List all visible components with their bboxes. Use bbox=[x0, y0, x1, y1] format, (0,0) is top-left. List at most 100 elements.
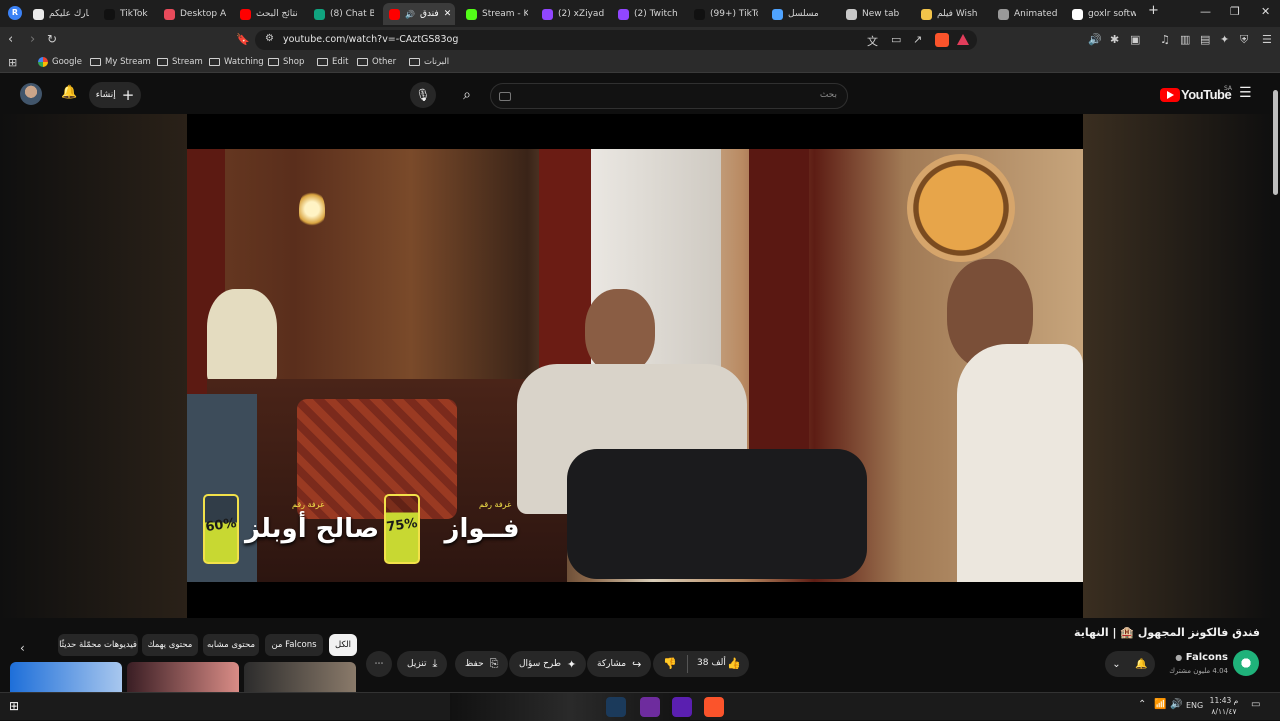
reload-button[interactable]: ↻ bbox=[47, 32, 57, 46]
tab-favicon-icon bbox=[846, 8, 857, 20]
download-button[interactable]: تنزيل ⤓ bbox=[397, 651, 448, 677]
back-button[interactable]: ‹ bbox=[8, 32, 13, 47]
browser-tab[interactable]: 🔊 فندق ✕ bbox=[383, 3, 455, 25]
goxlr-app-icon[interactable] bbox=[640, 697, 660, 717]
browser-tab[interactable]: Animated G bbox=[992, 3, 1060, 25]
cast-icon[interactable]: ▭ bbox=[891, 33, 901, 46]
scrollbar-thumb[interactable] bbox=[1273, 90, 1278, 195]
extensions-icon[interactable]: ✱ bbox=[1110, 33, 1119, 46]
dislike-icon[interactable]: 👎 bbox=[663, 657, 677, 670]
audio-icon[interactable]: 🔊 bbox=[1088, 33, 1102, 46]
save-button[interactable]: حفظ ⎘ bbox=[455, 651, 509, 677]
video-player[interactable]: 60% صالح أوبلز غرفة رقم 75% فــواز غرفة … bbox=[187, 114, 1083, 618]
menu-icon[interactable]: ☰ bbox=[1262, 33, 1272, 46]
translate-icon[interactable]: 文 bbox=[867, 33, 878, 49]
bookmark-item[interactable]: Stream bbox=[157, 57, 203, 67]
filter-chip[interactable]: فيديوهات محمّلة حديثًا bbox=[58, 634, 138, 656]
tab-title: (2) xZiyad bbox=[558, 9, 604, 19]
search-icon[interactable]: ⌕ bbox=[452, 82, 482, 108]
filter-chip[interactable]: الكل bbox=[329, 634, 357, 656]
notifications-bell-icon[interactable]: 🔔 bbox=[61, 85, 77, 100]
tab-favicon-icon bbox=[921, 8, 932, 20]
network-icon[interactable]: 📶 bbox=[1154, 699, 1166, 710]
like-count[interactable]: 38 ألف bbox=[697, 658, 726, 668]
more-actions-button[interactable]: ⋯ bbox=[366, 651, 392, 677]
subscribed-button[interactable]: ⌄ 🔔 bbox=[1105, 651, 1155, 677]
related-thumbnail-2[interactable] bbox=[127, 662, 239, 692]
browser-tab[interactable]: New tab bbox=[840, 3, 908, 25]
sidebar-icon[interactable]: ▥ bbox=[1180, 33, 1190, 46]
address-bar[interactable]: ⚙ youtube.com/watch?v=-CAztGS83og 文 ▭ ↗ bbox=[255, 30, 977, 50]
brave-shields-icon[interactable] bbox=[935, 33, 949, 47]
filter-chip[interactable]: محتوى يهمك bbox=[142, 634, 198, 656]
bookmark-label: البرنات bbox=[424, 57, 450, 67]
close-window-button[interactable]: ✕ bbox=[1261, 5, 1270, 18]
browser-tab[interactable]: TikTok bbox=[98, 3, 153, 25]
ask-button[interactable]: طرح سؤال ✦ bbox=[509, 651, 587, 677]
keyboard-icon[interactable] bbox=[499, 92, 511, 101]
browser-tab[interactable]: (99+) TikTok bbox=[688, 3, 758, 25]
youtube-logo-icon[interactable] bbox=[1160, 88, 1180, 102]
minimize-window-button[interactable]: — bbox=[1200, 5, 1211, 18]
guide-menu-icon[interactable]: ☰ bbox=[1239, 85, 1252, 101]
browser-tab[interactable]: نتائج البحث bbox=[234, 3, 300, 25]
leo-icon[interactable]: ✦ bbox=[1220, 33, 1229, 46]
tab-close-icon[interactable]: ✕ bbox=[444, 9, 452, 19]
media-icon[interactable]: ♫ bbox=[1160, 33, 1170, 46]
browser-tab[interactable]: فيلم Wish bbox=[915, 3, 985, 25]
browser-tab[interactable]: Desktop Ap bbox=[158, 3, 226, 25]
forward-button[interactable]: › bbox=[30, 32, 35, 47]
search-input[interactable]: بحث bbox=[490, 83, 848, 109]
bookmark-item[interactable]: Google bbox=[38, 57, 82, 67]
tab-audio-icon[interactable]: 🔊 bbox=[405, 10, 415, 19]
browser-tab[interactable]: Stream - Ki bbox=[460, 3, 528, 25]
screenshot-icon[interactable]: ▣ bbox=[1130, 33, 1140, 46]
browser-tab[interactable]: (2) Twitch bbox=[612, 3, 680, 25]
next-app-icon[interactable] bbox=[672, 697, 692, 717]
browser-tab[interactable]: (8) Chat Bo bbox=[308, 3, 374, 25]
voice-search-icon[interactable]: 🎙 bbox=[410, 82, 436, 108]
share-button[interactable]: مشاركة ↪ bbox=[587, 651, 652, 677]
vpn-icon[interactable]: ⛨ bbox=[1240, 33, 1248, 47]
related-thumbnail-3[interactable] bbox=[244, 662, 356, 692]
site-info-icon[interactable]: ⚙ bbox=[265, 33, 274, 44]
folder-icon bbox=[409, 58, 420, 66]
bookmark-icon[interactable]: 🔖 bbox=[236, 33, 250, 46]
tray-overflow-icon[interactable]: ⌃ bbox=[1138, 699, 1146, 710]
apps-grid-icon[interactable]: ⊞ bbox=[8, 56, 17, 69]
clock-time[interactable]: 11:43 م bbox=[1206, 696, 1242, 705]
filter-chip[interactable]: من Falcons bbox=[265, 634, 323, 656]
new-tab-button[interactable]: + bbox=[1148, 3, 1159, 18]
language-indicator[interactable]: ENG bbox=[1186, 701, 1203, 710]
related-thumbnail-1[interactable] bbox=[10, 662, 122, 692]
volume-icon[interactable]: 🔊 bbox=[1170, 699, 1182, 710]
brave-app-icon[interactable] bbox=[704, 697, 724, 717]
bookmark-item[interactable]: البرنات bbox=[409, 57, 449, 67]
share-icon[interactable]: ↗ bbox=[913, 33, 922, 46]
clock-date[interactable]: ٨/١١/٤٧ bbox=[1206, 707, 1242, 716]
bookmark-item[interactable]: Watching bbox=[209, 57, 264, 67]
like-icon[interactable]: 👍 bbox=[727, 657, 741, 670]
brave-rewards-icon[interactable] bbox=[957, 34, 969, 45]
wallet-icon[interactable]: ▤ bbox=[1200, 33, 1210, 46]
browser-tab[interactable]: (2) xZiyad bbox=[536, 3, 604, 25]
browser-tab[interactable]: goxlr softw bbox=[1066, 3, 1136, 25]
account-avatar[interactable] bbox=[20, 83, 42, 105]
channel-name-row[interactable]: ● Falcons bbox=[1160, 652, 1228, 663]
profile-avatar[interactable]: R bbox=[8, 6, 22, 20]
browser-tab[interactable]: مبارك عليكم bbox=[27, 3, 89, 25]
steam-app-icon[interactable] bbox=[606, 697, 626, 717]
chips-scroll-left-icon[interactable]: ‹ bbox=[20, 641, 25, 655]
bookmark-item[interactable]: My Stream bbox=[90, 57, 151, 67]
create-button[interactable]: إنشاء + bbox=[89, 82, 141, 108]
bookmark-item[interactable]: Other bbox=[357, 57, 396, 67]
notifications-icon[interactable]: ▭ bbox=[1251, 699, 1260, 710]
browser-tab[interactable]: مسلسل bbox=[766, 3, 834, 25]
channel-avatar[interactable] bbox=[1233, 650, 1259, 676]
filter-chip[interactable]: محتوى مشابه bbox=[203, 634, 259, 656]
bookmark-item[interactable]: Shop bbox=[268, 57, 304, 67]
restore-window-button[interactable]: ❐ bbox=[1230, 5, 1240, 18]
bookmark-item[interactable]: Edit bbox=[317, 57, 348, 67]
windows-start-icon[interactable]: ⊞ bbox=[9, 699, 19, 713]
decorative-wall-plate bbox=[907, 154, 1015, 262]
